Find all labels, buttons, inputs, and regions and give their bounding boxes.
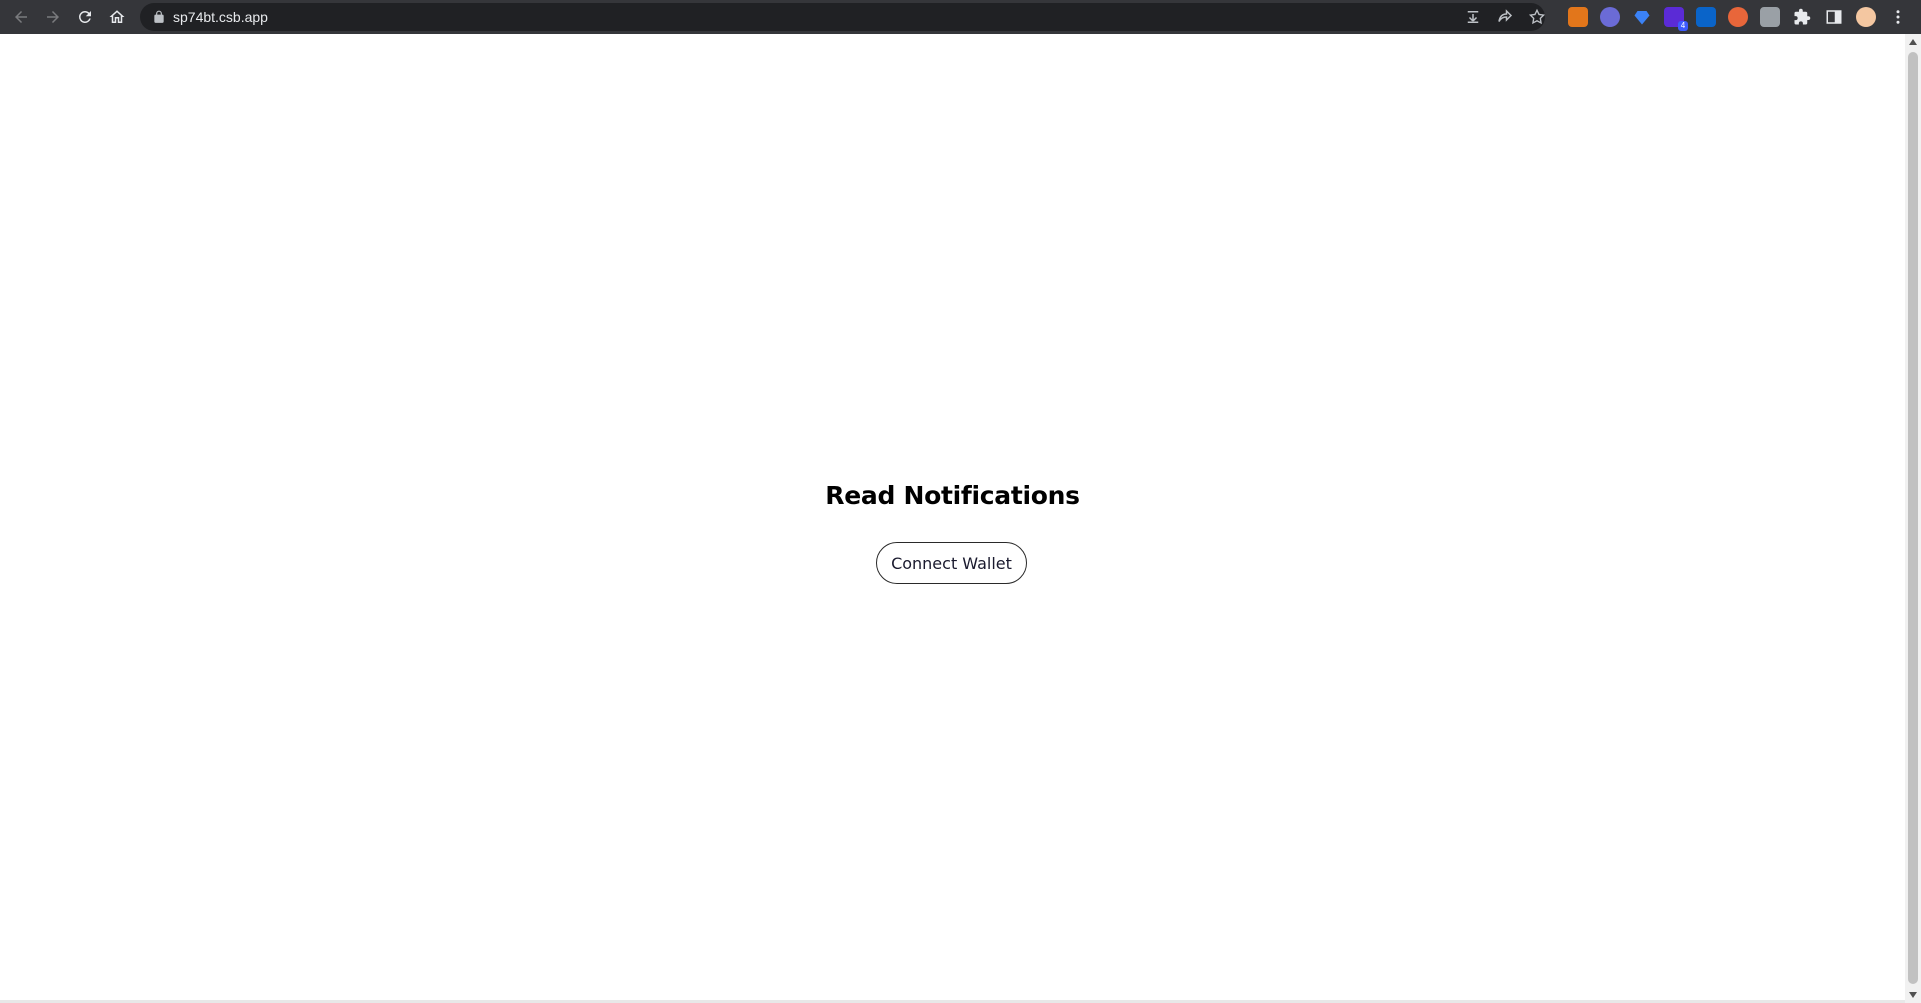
home-button[interactable] xyxy=(105,5,129,29)
ghost-extension-icon[interactable] xyxy=(1600,7,1620,27)
scroll-up-arrow-icon[interactable] xyxy=(1905,34,1921,50)
reload-icon xyxy=(78,10,91,23)
menu-kebab-icon[interactable] xyxy=(1888,7,1908,27)
browser-toolbar: sp74bt.csb.app 4 xyxy=(0,0,1921,34)
back-button[interactable] xyxy=(9,5,33,29)
connect-wallet-button[interactable]: Connect Wallet xyxy=(876,542,1027,584)
page-viewport: Read Notifications Connect Wallet xyxy=(0,34,1905,1003)
chart-extension-icon[interactable] xyxy=(1728,7,1748,27)
photo-extension-icon[interactable] xyxy=(1760,7,1780,27)
main-content: Read Notifications Connect Wallet xyxy=(0,34,1905,1003)
back-arrow-icon xyxy=(15,11,27,23)
lock-icon xyxy=(154,10,164,23)
metamask-fox-icon[interactable] xyxy=(1568,7,1588,27)
forward-button[interactable] xyxy=(41,5,65,29)
page-title: Read Notifications xyxy=(825,481,1080,510)
share-icon[interactable] xyxy=(1496,8,1514,26)
url-text: sp74bt.csb.app xyxy=(173,9,268,25)
side-panel-icon[interactable] xyxy=(1824,7,1844,27)
reload-button[interactable] xyxy=(73,5,97,29)
extension-badge: 4 xyxy=(1678,21,1688,31)
vertical-scrollbar[interactable] xyxy=(1905,34,1921,1003)
scroll-down-arrow-icon[interactable] xyxy=(1905,987,1921,1003)
wallet-extension-icon[interactable]: 4 xyxy=(1664,7,1688,31)
extensions-puzzle-icon[interactable] xyxy=(1792,7,1812,27)
profile-avatar[interactable] xyxy=(1856,7,1876,27)
diamond-extension-icon[interactable] xyxy=(1632,7,1652,27)
scrollbar-thumb[interactable] xyxy=(1908,52,1918,984)
address-bar[interactable]: sp74bt.csb.app xyxy=(140,3,1546,31)
install-app-icon[interactable] xyxy=(1464,8,1482,26)
bookmark-star-icon[interactable] xyxy=(1528,8,1546,26)
forward-arrow-icon xyxy=(47,11,59,23)
outlook-extension-icon[interactable] xyxy=(1696,7,1716,27)
home-icon xyxy=(109,10,125,23)
